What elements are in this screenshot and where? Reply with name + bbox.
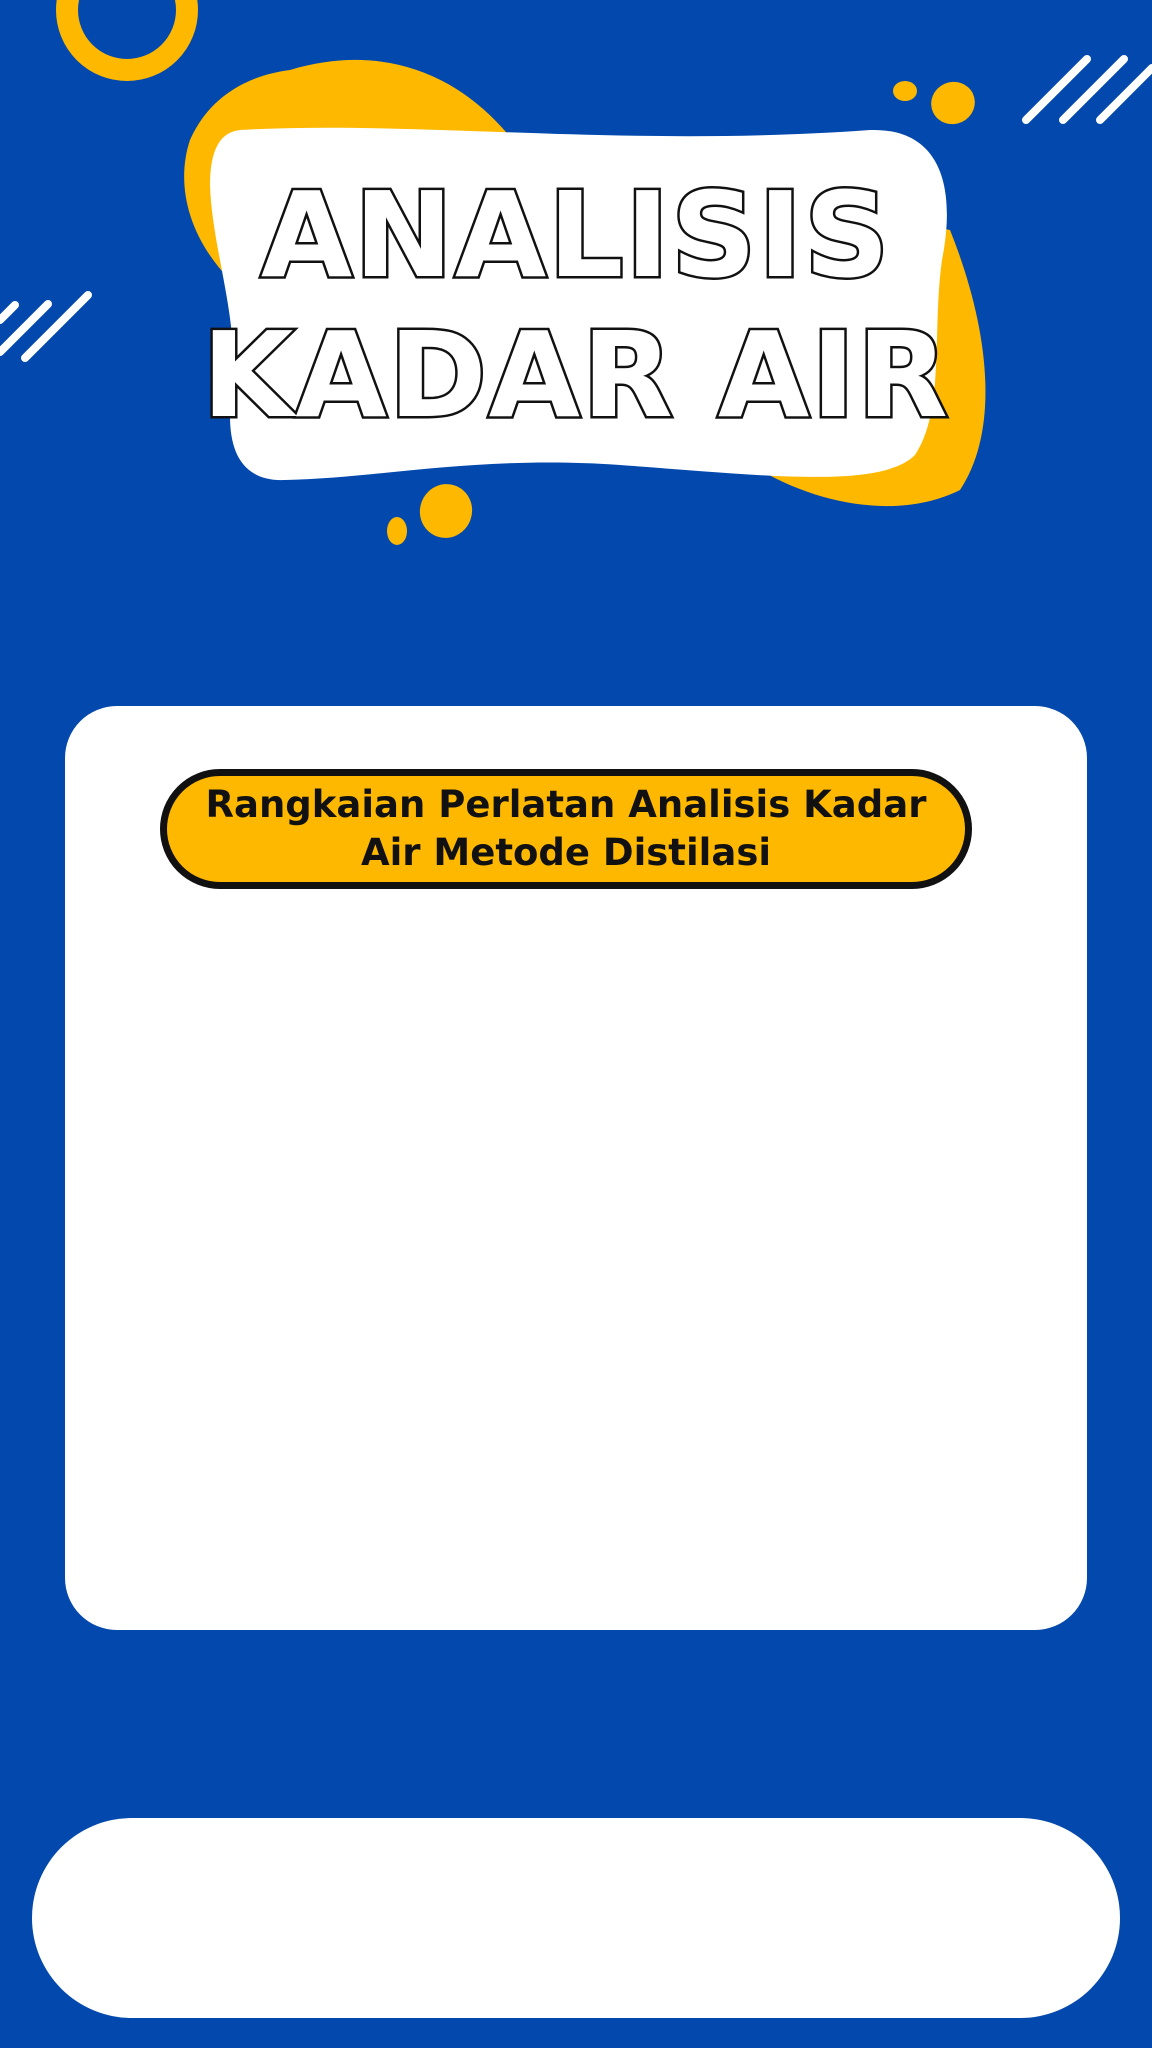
page-title: ANALISIS KADAR AIR xyxy=(199,160,950,450)
title-line-2: KADAR AIR xyxy=(199,304,951,447)
bottom-panel xyxy=(32,1818,1120,2018)
content-card: Rangkaian Perlatan Analisis Kadar Air Me… xyxy=(65,706,1087,1630)
yellow-dot-icon xyxy=(419,484,473,538)
yellow-dot-icon xyxy=(931,81,975,125)
yellow-dot-icon xyxy=(387,517,407,545)
yellow-ring-icon xyxy=(56,0,198,81)
title-line-1: ANALISIS xyxy=(258,164,892,307)
diagonal-stripes-icon xyxy=(1022,55,1152,124)
poster: ANALISIS KADAR AIR Rangkaian Perlatan An… xyxy=(0,0,1152,2048)
caption-label: Rangkaian Perlatan Analisis Kadar Air Me… xyxy=(160,769,972,889)
yellow-dot-icon xyxy=(893,81,917,101)
diagonal-stripes-icon xyxy=(0,291,92,362)
